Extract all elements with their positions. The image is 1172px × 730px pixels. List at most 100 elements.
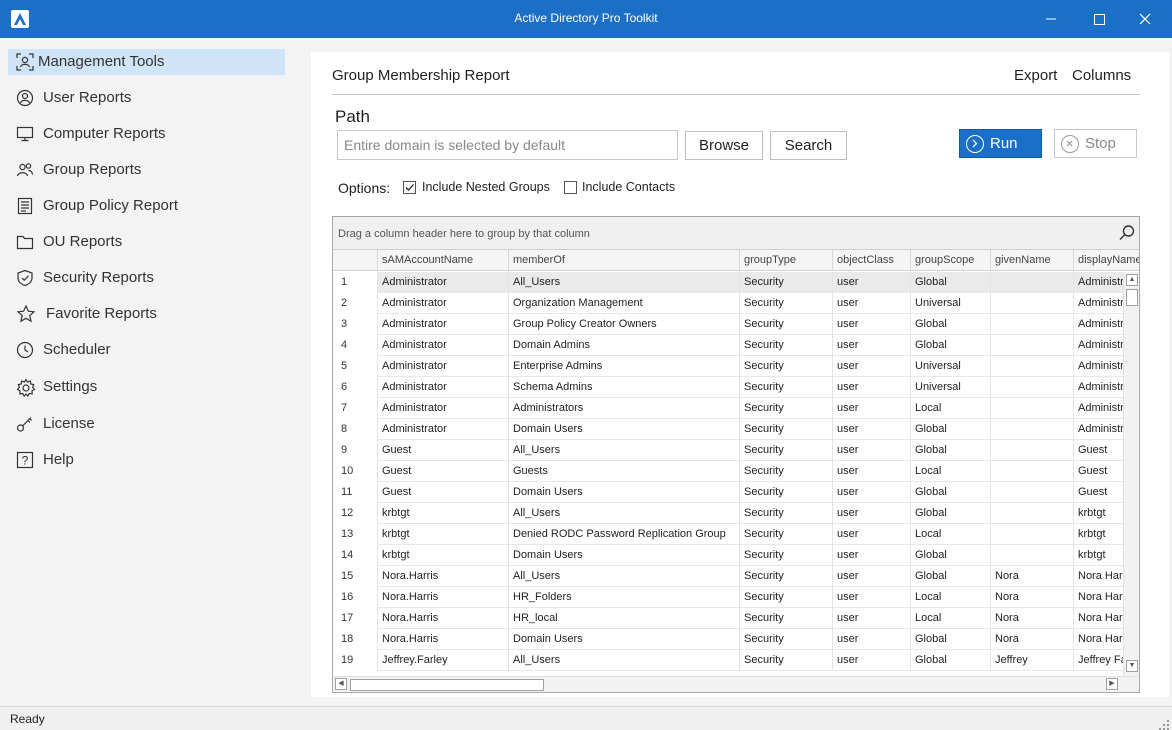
column-header-display-name[interactable]: displayName bbox=[1074, 250, 1139, 271]
search-button[interactable]: Search bbox=[770, 131, 847, 160]
cell-group-scope: Global bbox=[911, 629, 991, 650]
cell-member-of: Domain Users bbox=[509, 629, 740, 650]
table-row[interactable]: 4 Administrator Domain Admins Security user G… bbox=[333, 335, 1123, 356]
table-row[interactable]: 2 Administrator Organization Management Sec… bbox=[333, 293, 1123, 314]
table-row[interactable]: 9 Guest All_Users Security user Global Guest bbox=[333, 440, 1123, 461]
table-row[interactable]: 16 Nora.Harris HR_Folders Security user Local… bbox=[333, 587, 1123, 608]
table-row[interactable]: 8 Administrator Domain Users Security user Gl… bbox=[333, 419, 1123, 440]
table-row[interactable]: 18 Nora.Harris Domain Users Security user Glo… bbox=[333, 629, 1123, 650]
stop-button[interactable]: Stop bbox=[1054, 129, 1137, 158]
cell-group-scope: Global bbox=[911, 566, 991, 587]
path-input[interactable] bbox=[337, 130, 678, 160]
cell-member-of: Domain Users bbox=[509, 482, 740, 503]
table-row[interactable]: 15 Nora.Harris All_Users Security user Global… bbox=[333, 566, 1123, 587]
browse-button[interactable]: Browse bbox=[685, 131, 763, 160]
group-by-panel[interactable]: Drag a column header here to group by th… bbox=[333, 217, 1139, 250]
column-header-given-name[interactable]: givenName bbox=[991, 250, 1074, 271]
cell-group-type: Security bbox=[740, 419, 833, 440]
cell-member-of: Enterprise Admins bbox=[509, 356, 740, 377]
cell-given-name: Jeffrey bbox=[991, 650, 1074, 671]
sidebar-item-computer-reports[interactable]: Computer Reports bbox=[8, 121, 285, 147]
sidebar-item-scheduler[interactable]: Scheduler bbox=[8, 337, 285, 363]
sidebar-item-license[interactable]: License bbox=[8, 411, 285, 437]
row-number-cell: 2 bbox=[333, 293, 378, 314]
sidebar-item-help[interactable]: ? Help bbox=[8, 447, 285, 473]
cell-display-name: Jeffrey Farley bbox=[1074, 650, 1123, 671]
sidebar-item-ou-reports[interactable]: OU Reports bbox=[8, 229, 285, 255]
cell-sam-account-name: krbtgt bbox=[378, 503, 509, 524]
table-row[interactable]: 3 Administrator Group Policy Creator Owner… bbox=[333, 314, 1123, 335]
cell-group-type: Security bbox=[740, 377, 833, 398]
columns-button[interactable]: Columns bbox=[1072, 67, 1131, 84]
resize-grip-icon[interactable] bbox=[1159, 717, 1169, 730]
table-row[interactable]: 6 Administrator Schema Admins Security user U… bbox=[333, 377, 1123, 398]
cell-group-scope: Universal bbox=[911, 356, 991, 377]
sidebar-item-label: Security Reports bbox=[43, 269, 154, 286]
row-number-cell: 8 bbox=[333, 419, 378, 440]
column-header-group-type[interactable]: groupType bbox=[740, 250, 833, 271]
horizontal-scrollbar[interactable]: ◀ ▶ bbox=[333, 676, 1139, 692]
minimize-button[interactable] bbox=[1028, 0, 1074, 38]
table-row[interactable]: 14 krbtgt Domain Users Security user Global kr… bbox=[333, 545, 1123, 566]
sidebar-item-settings[interactable]: Settings bbox=[8, 374, 285, 400]
cell-group-scope: Local bbox=[911, 524, 991, 545]
header-divider bbox=[332, 94, 1140, 95]
cell-object-class: user bbox=[833, 335, 911, 356]
include-contacts-checkbox[interactable] bbox=[564, 181, 577, 194]
export-button[interactable]: Export bbox=[1014, 67, 1057, 84]
cell-group-type: Security bbox=[740, 272, 833, 293]
cell-given-name bbox=[991, 503, 1074, 524]
include-contacts-label[interactable]: Include Contacts bbox=[582, 180, 675, 194]
sidebar-item-security-reports[interactable]: Security Reports bbox=[8, 265, 285, 291]
vertical-scroll-thumb[interactable] bbox=[1126, 289, 1138, 306]
column-header-object-class[interactable]: objectClass bbox=[833, 250, 911, 271]
table-row[interactable]: 12 krbtgt All_Users Security user Global krbtg… bbox=[333, 503, 1123, 524]
column-header-sam-account-name[interactable]: sAMAccountName bbox=[378, 250, 509, 271]
cell-display-name: Guest bbox=[1074, 440, 1123, 461]
sidebar-item-management-tools[interactable]: Management Tools bbox=[8, 49, 285, 75]
cell-display-name: Administrator bbox=[1074, 272, 1123, 293]
search-icon[interactable] bbox=[1118, 224, 1136, 242]
row-number-cell: 6 bbox=[333, 377, 378, 398]
row-number-cell: 17 bbox=[333, 608, 378, 629]
sidebar-item-favorite-reports[interactable]: Favorite Reports bbox=[8, 301, 285, 327]
column-header-group-scope[interactable]: groupScope bbox=[911, 250, 991, 271]
table-row[interactable]: 5 Administrator Enterprise Admins Security u… bbox=[333, 356, 1123, 377]
row-number-cell: 10 bbox=[333, 461, 378, 482]
sidebar-item-group-policy-report[interactable]: Group Policy Report bbox=[8, 193, 285, 219]
table-row[interactable]: 1 Administrator All_Users Security user Globa… bbox=[333, 272, 1123, 293]
column-header-member-of[interactable]: memberOf bbox=[509, 250, 740, 271]
sidebar-item-user-reports[interactable]: User Reports bbox=[8, 85, 285, 111]
table-row[interactable]: 19 Jeffrey.Farley All_Users Security user Glo… bbox=[333, 650, 1123, 671]
include-nested-groups-label[interactable]: Include Nested Groups bbox=[422, 180, 550, 194]
row-number-cell: 15 bbox=[333, 566, 378, 587]
scroll-up-arrow-icon[interactable]: ▲ bbox=[1126, 274, 1138, 286]
cell-sam-account-name: Administrator bbox=[378, 356, 509, 377]
horizontal-scroll-thumb[interactable] bbox=[350, 679, 544, 691]
vertical-scrollbar[interactable]: ▲ ▼ bbox=[1123, 272, 1139, 676]
cell-sam-account-name: krbtgt bbox=[378, 545, 509, 566]
close-button[interactable] bbox=[1122, 0, 1168, 38]
table-row[interactable]: 10 Guest Guests Security user Local Guest bbox=[333, 461, 1123, 482]
table-row[interactable]: 7 Administrator Administrators Security user… bbox=[333, 398, 1123, 419]
options-label: Options: bbox=[338, 180, 391, 196]
run-label: Run bbox=[990, 135, 1018, 152]
cell-group-scope: Universal bbox=[911, 293, 991, 314]
maximize-button[interactable] bbox=[1076, 0, 1122, 38]
table-row[interactable]: 11 Guest Domain Users Security user Global Gue… bbox=[333, 482, 1123, 503]
table-row[interactable]: 17 Nora.Harris HR_local Security user Local No… bbox=[333, 608, 1123, 629]
cell-member-of: Domain Admins bbox=[509, 335, 740, 356]
star-icon bbox=[16, 304, 36, 323]
cell-given-name bbox=[991, 272, 1074, 293]
scroll-right-arrow-icon[interactable]: ▶ bbox=[1106, 678, 1118, 690]
run-button[interactable]: Run bbox=[959, 129, 1042, 158]
table-row[interactable]: 13 krbtgt Denied RODC Password Replication… bbox=[333, 524, 1123, 545]
sidebar-item-group-reports[interactable]: Group Reports bbox=[8, 157, 285, 183]
row-number-cell: 4 bbox=[333, 335, 378, 356]
cell-object-class: user bbox=[833, 650, 911, 671]
scroll-down-arrow-icon[interactable]: ▼ bbox=[1126, 660, 1138, 672]
cell-display-name: Administrator bbox=[1074, 356, 1123, 377]
scroll-left-arrow-icon[interactable]: ◀ bbox=[335, 678, 347, 690]
include-nested-groups-checkbox[interactable] bbox=[403, 181, 416, 194]
row-number-cell: 7 bbox=[333, 398, 378, 419]
